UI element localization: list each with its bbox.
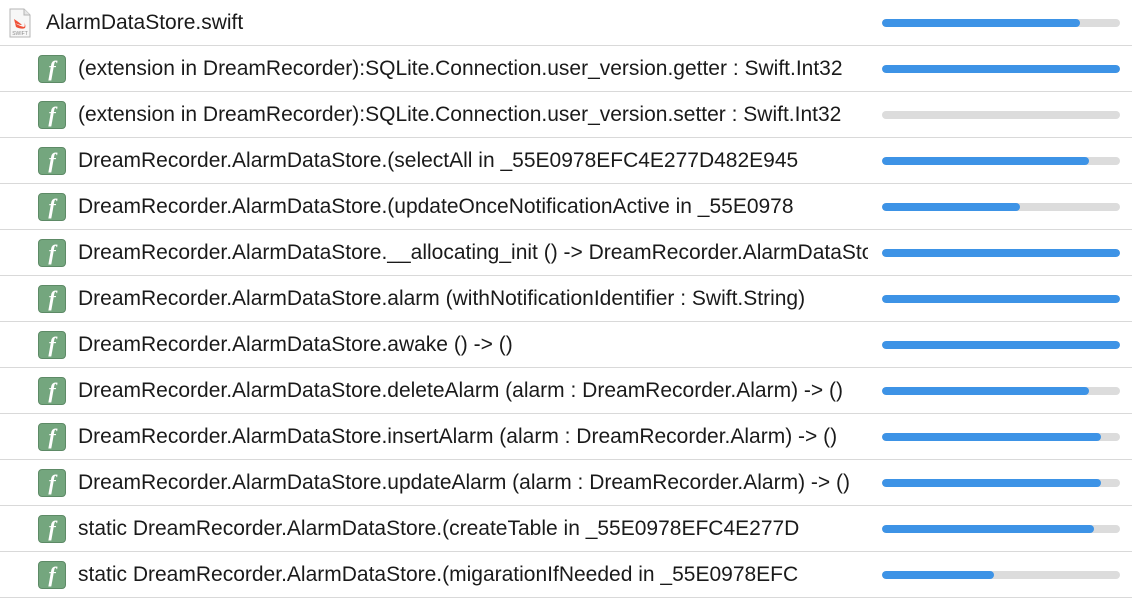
function-name: (extension in DreamRecorder):SQLite.Conn… bbox=[78, 103, 842, 126]
coverage-bar bbox=[882, 525, 1120, 533]
function-row[interactable]: f static DreamRecorder.AlarmDataStore.(mi… bbox=[0, 552, 1132, 598]
function-icon-glyph: f bbox=[48, 147, 56, 173]
function-icon-glyph: f bbox=[48, 239, 56, 265]
coverage-bar bbox=[882, 157, 1120, 165]
file-coverage-fill bbox=[882, 19, 1080, 27]
coverage-bar bbox=[882, 571, 1120, 579]
function-icon-glyph: f bbox=[48, 423, 56, 449]
function-row[interactable]: f (extension in DreamRecorder):SQLite.Con… bbox=[0, 46, 1132, 92]
function-name: DreamRecorder.AlarmDataStore.__allocatin… bbox=[78, 241, 868, 264]
coverage-bar bbox=[882, 387, 1120, 395]
function-name: (extension in DreamRecorder):SQLite.Conn… bbox=[78, 57, 843, 80]
function-name: DreamRecorder.AlarmDataStore.updateAlarm… bbox=[78, 471, 850, 494]
coverage-fill bbox=[882, 203, 1021, 211]
function-row[interactable]: f DreamRecorder.AlarmDataStore.awake () -… bbox=[0, 322, 1132, 368]
function-icon-glyph: f bbox=[48, 331, 56, 357]
function-row[interactable]: f static DreamRecorder.AlarmDataStore.(cr… bbox=[0, 506, 1132, 552]
function-name: DreamRecorder.AlarmDataStore.deleteAlarm… bbox=[78, 379, 843, 402]
function-row[interactable]: f DreamRecorder.AlarmDataStore.(updateOnc… bbox=[0, 184, 1132, 230]
function-icon-glyph: f bbox=[48, 377, 56, 403]
function-name: DreamRecorder.AlarmDataStore.(updateOnce… bbox=[78, 195, 794, 218]
coverage-bar bbox=[882, 341, 1120, 349]
coverage-bar bbox=[882, 111, 1120, 119]
coverage-fill bbox=[882, 525, 1094, 533]
swift-file-icon: SWIFT bbox=[9, 8, 31, 38]
coverage-fill bbox=[882, 65, 1120, 73]
function-icon-glyph: f bbox=[48, 193, 56, 219]
coverage-fill bbox=[882, 295, 1120, 303]
coverage-list: SWIFT AlarmDataStore.swift f (extension i… bbox=[0, 0, 1132, 604]
function-icon: f bbox=[38, 147, 66, 175]
coverage-fill bbox=[882, 433, 1101, 441]
function-icon: f bbox=[38, 561, 66, 589]
function-icon-glyph: f bbox=[48, 101, 56, 127]
function-row[interactable]: f DreamRecorder.AlarmDataStore.alarm (wit… bbox=[0, 276, 1132, 322]
coverage-fill bbox=[882, 341, 1120, 349]
coverage-bar bbox=[882, 65, 1120, 73]
coverage-fill bbox=[882, 571, 994, 579]
function-icon: f bbox=[38, 55, 66, 83]
function-icon: f bbox=[38, 469, 66, 497]
function-row[interactable]: f (extension in DreamRecorder):SQLite.Con… bbox=[0, 92, 1132, 138]
function-name: DreamRecorder.AlarmDataStore.alarm (with… bbox=[78, 287, 806, 310]
function-icon-glyph: f bbox=[48, 469, 56, 495]
file-coverage-bar bbox=[882, 19, 1120, 27]
function-name: DreamRecorder.AlarmDataStore.(selectAll … bbox=[78, 149, 799, 172]
function-icon: f bbox=[38, 193, 66, 221]
function-name: static DreamRecorder.AlarmDataStore.(cre… bbox=[78, 517, 800, 540]
coverage-bar bbox=[882, 203, 1120, 211]
function-name: static DreamRecorder.AlarmDataStore.(mig… bbox=[78, 563, 799, 586]
function-row[interactable]: f DreamRecorder.AlarmDataStore.deleteAlar… bbox=[0, 368, 1132, 414]
function-name: DreamRecorder.AlarmDataStore.insertAlarm… bbox=[78, 425, 838, 448]
function-row[interactable]: f DreamRecorder.AlarmDataStore.(selectAll… bbox=[0, 138, 1132, 184]
function-icon: f bbox=[38, 101, 66, 129]
coverage-fill bbox=[882, 249, 1120, 257]
function-row[interactable]: f DreamRecorder.AlarmDataStore.updateAlar… bbox=[0, 460, 1132, 506]
function-name: DreamRecorder.AlarmDataStore.awake () ->… bbox=[78, 333, 513, 356]
function-icon: f bbox=[38, 239, 66, 267]
coverage-fill bbox=[882, 387, 1090, 395]
coverage-bar bbox=[882, 295, 1120, 303]
function-icon: f bbox=[38, 423, 66, 451]
function-icon-glyph: f bbox=[48, 515, 56, 541]
file-name: AlarmDataStore.swift bbox=[46, 11, 244, 34]
function-row[interactable]: f DreamRecorder.AlarmDataStore.__allocati… bbox=[0, 230, 1132, 276]
coverage-bar bbox=[882, 433, 1120, 441]
function-icon-glyph: f bbox=[48, 285, 56, 311]
function-icon: f bbox=[38, 285, 66, 313]
file-row[interactable]: SWIFT AlarmDataStore.swift bbox=[0, 0, 1132, 46]
coverage-fill bbox=[882, 157, 1090, 165]
function-icon: f bbox=[38, 331, 66, 359]
coverage-bar bbox=[882, 249, 1120, 257]
function-row[interactable]: f DreamRecorder.AlarmDataStore.insertAlar… bbox=[0, 414, 1132, 460]
function-icon: f bbox=[38, 515, 66, 543]
function-icon: f bbox=[38, 377, 66, 405]
function-icon-glyph: f bbox=[48, 55, 56, 81]
file-icon-label: SWIFT bbox=[12, 31, 28, 37]
function-icon-glyph: f bbox=[48, 561, 56, 587]
coverage-bar bbox=[882, 479, 1120, 487]
coverage-fill bbox=[882, 479, 1101, 487]
